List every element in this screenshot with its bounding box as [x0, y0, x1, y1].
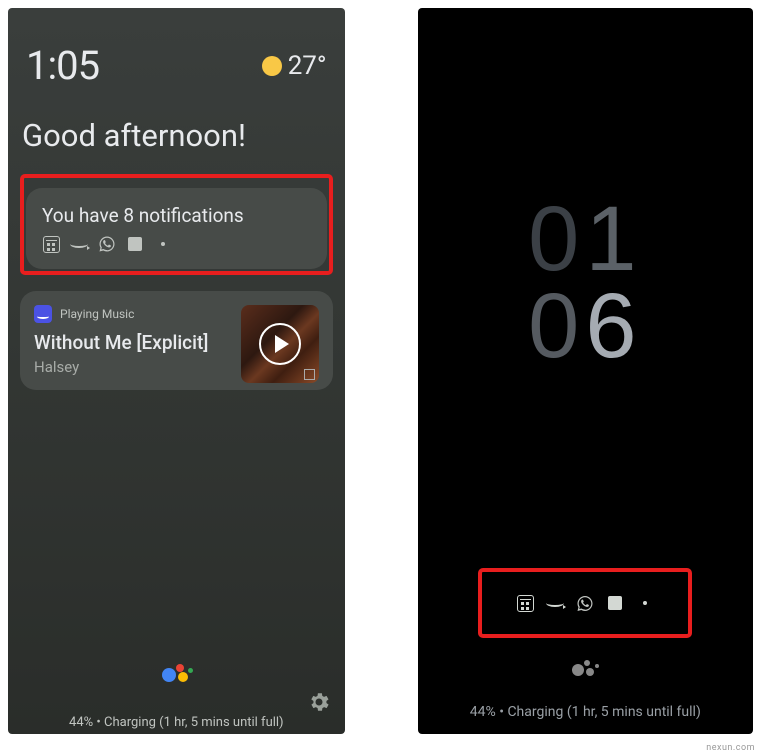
- calendar-icon: [516, 594, 534, 612]
- weather-widget[interactable]: 27°: [262, 51, 327, 81]
- aod-minute: 06: [528, 283, 642, 370]
- settings-gear-icon[interactable]: [307, 690, 331, 714]
- music-card[interactable]: Playing Music Without Me [Explicit] Hals…: [20, 291, 333, 390]
- notifications-card[interactable]: You have 8 notifications: [26, 188, 327, 269]
- aod-hour: 01: [528, 196, 642, 283]
- amazon-music-icon: [34, 305, 52, 323]
- lock-clock: 1:05: [26, 42, 99, 89]
- amazon-icon: [546, 594, 564, 612]
- status-row: 1:05 27°: [20, 20, 333, 89]
- notifications-title: You have 8 notifications: [42, 204, 311, 227]
- calendar-icon: [42, 235, 60, 253]
- app-icon: [126, 235, 144, 253]
- watermark: nexun.com: [706, 743, 755, 753]
- charging-status: 44% • Charging (1 hr, 5 mins until full): [69, 715, 284, 730]
- album-art: [241, 305, 319, 383]
- overflow-dot-icon: [636, 594, 654, 612]
- greeting-text: Good afternoon!: [20, 89, 333, 174]
- play-button[interactable]: [259, 323, 301, 365]
- screenshot-comparison: 1:05 27° Good afternoon! You have 8 noti…: [0, 0, 761, 742]
- amazon-icon: [70, 235, 88, 253]
- notification-icons-row: [42, 235, 311, 253]
- aod-screen-phone: 01 06 44% • Charging (1 hr, 5 mins until…: [418, 8, 753, 734]
- music-provider-label: Playing Music: [60, 307, 134, 321]
- google-assistant-icon[interactable]: [572, 660, 598, 680]
- sun-icon: [262, 56, 282, 76]
- aod-clock: 01 06: [528, 196, 642, 371]
- highlight-annotation: You have 8 notifications: [20, 174, 333, 275]
- highlight-annotation-aod: [478, 568, 692, 638]
- google-assistant-icon[interactable]: [162, 662, 190, 690]
- app-icon: [606, 594, 624, 612]
- play-icon: [275, 335, 289, 353]
- overflow-dot-icon: [154, 235, 172, 253]
- whatsapp-icon: [98, 235, 116, 253]
- whatsapp-icon: [576, 594, 594, 612]
- temperature-value: 27°: [288, 51, 327, 81]
- aod-charging-status: 44% • Charging (1 hr, 5 mins until full): [470, 704, 701, 720]
- lock-screen-phone: 1:05 27° Good afternoon! You have 8 noti…: [8, 8, 345, 734]
